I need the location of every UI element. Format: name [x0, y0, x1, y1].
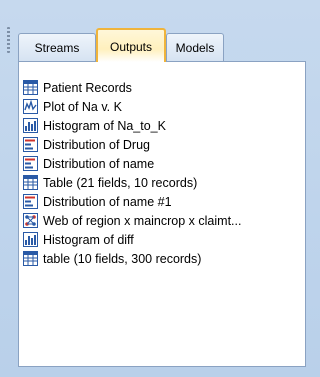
table-icon	[23, 175, 38, 190]
table-icon	[23, 80, 38, 95]
list-item[interactable]: Histogram of Na_to_K	[23, 116, 166, 135]
tab-outputs-label: Outputs	[109, 40, 153, 54]
drag-grip-handle[interactable]	[7, 27, 10, 53]
web-icon	[23, 213, 38, 228]
tab-models[interactable]: Models	[166, 33, 224, 61]
list-item-label: Distribution of name	[43, 156, 155, 171]
tab-streams-label: Streams	[34, 40, 80, 55]
list-item[interactable]: Table (21 fields, 10 records)	[23, 173, 197, 192]
distribution-icon	[23, 156, 38, 171]
table-icon	[23, 251, 38, 266]
list-item-label: Distribution of Drug	[43, 137, 150, 152]
list-item[interactable]: Distribution of name	[23, 154, 154, 173]
distribution-icon	[23, 194, 38, 209]
list-item-label: Web of region x maincrop x claimt...	[43, 213, 242, 228]
histogram-icon	[23, 118, 38, 133]
outputs-list[interactable]: Patient Records Plot of Na v. K Histogra…	[18, 62, 306, 367]
list-item-label: Patient Records	[43, 80, 132, 95]
tab-models-label: Models	[175, 40, 215, 55]
list-item-label: Histogram of diff	[43, 232, 134, 247]
list-item-label: Distribution of name #1	[43, 194, 172, 209]
list-item-label: Plot of Na v. K	[43, 99, 122, 114]
distribution-icon	[23, 137, 38, 152]
list-item[interactable]: Patient Records	[23, 78, 132, 97]
tab-outputs[interactable]: Outputs	[96, 28, 166, 62]
list-item[interactable]: table (10 fields, 300 records)	[23, 249, 201, 268]
tab-streams[interactable]: Streams	[18, 33, 96, 61]
plot-icon	[23, 99, 38, 114]
list-item-label: Histogram of Na_to_K	[43, 118, 166, 133]
list-item[interactable]: Histogram of diff	[23, 230, 134, 249]
list-item-label: table (10 fields, 300 records)	[43, 251, 202, 266]
list-item-label: Table (21 fields, 10 records)	[43, 175, 198, 190]
output-manager-panel: Streams Outputs Models Patient Records P…	[0, 0, 320, 377]
list-item[interactable]: Web of region x maincrop x claimt...	[23, 211, 241, 230]
list-item[interactable]: Plot of Na v. K	[23, 97, 122, 116]
list-item[interactable]: Distribution of Drug	[23, 135, 150, 154]
histogram-icon	[23, 232, 38, 247]
manager-tabbar: Streams Outputs Models	[18, 24, 306, 66]
list-item[interactable]: Distribution of name #1	[23, 192, 172, 211]
